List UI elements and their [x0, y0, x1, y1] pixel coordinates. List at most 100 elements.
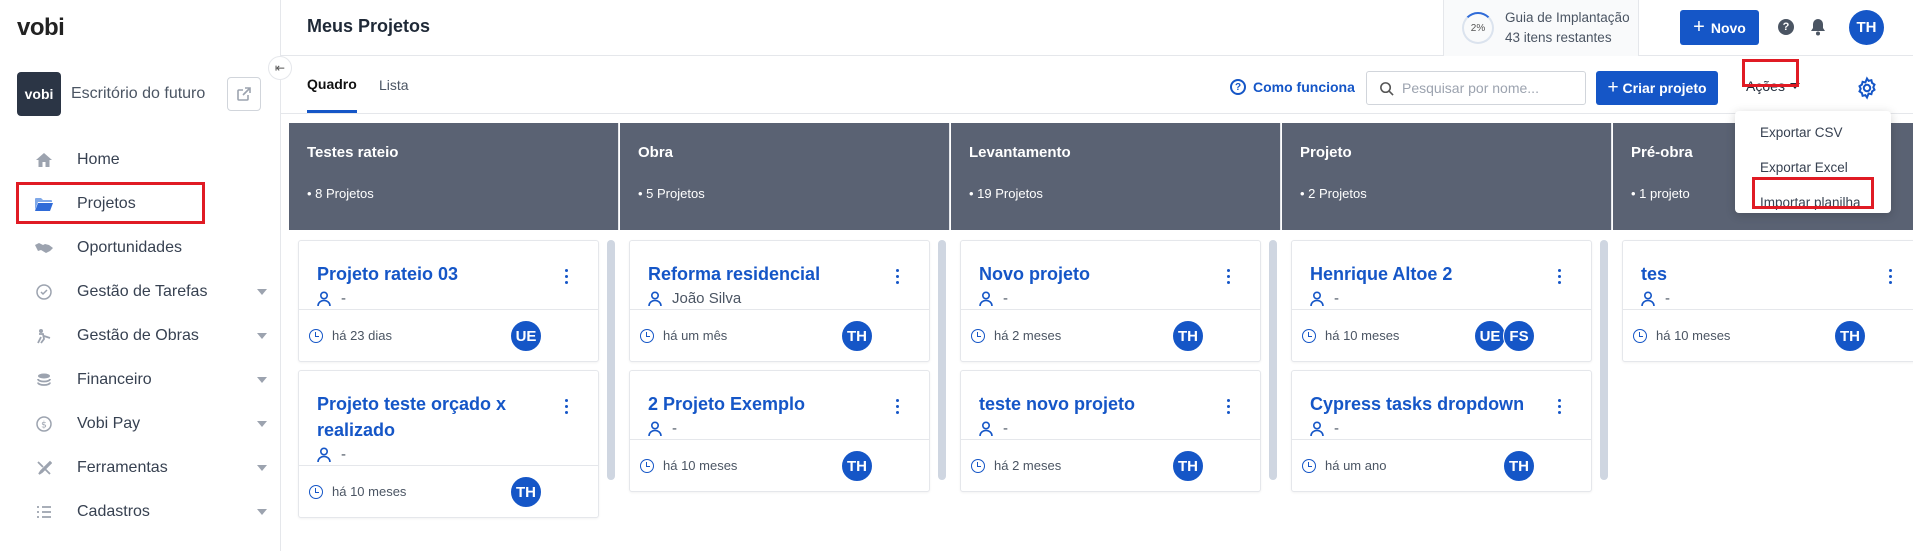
sidebar-collapse-button[interactable]: ⇤	[268, 56, 292, 80]
project-card[interactable]: Henrique Altoe 2 - há 10 meses UE FS +	[1291, 240, 1592, 362]
assignee-avatar[interactable]: TH	[1503, 450, 1535, 482]
gear-icon[interactable]	[1855, 76, 1879, 100]
more-options-icon[interactable]	[565, 269, 568, 284]
more-options-icon[interactable]	[1558, 399, 1561, 414]
project-title[interactable]: Projeto rateio 03	[317, 261, 557, 287]
assignee-avatar[interactable]: TH	[1834, 320, 1866, 352]
assignees: UE +	[510, 320, 560, 352]
sidebar-item-cadastros[interactable]: Cadastros	[17, 490, 267, 534]
card-footer: há 2 meses TH +	[961, 439, 1260, 491]
project-card[interactable]: Projeto rateio 03 - há 23 dias UE +	[298, 240, 599, 362]
project-card[interactable]: Novo projeto - há 2 meses TH +	[960, 240, 1261, 362]
assignee-avatar[interactable]: TH	[1172, 320, 1204, 352]
card-footer: há 10 meses TH +	[299, 465, 598, 517]
project-title[interactable]: Reforma residencial	[648, 261, 888, 287]
sidebar-item-ferramentas[interactable]: Ferramentas	[17, 446, 267, 490]
project-card[interactable]: Projeto teste orçado x realizado - há 10 m…	[298, 370, 599, 518]
project-card[interactable]: tes - há 10 meses TH +	[1622, 240, 1913, 362]
sidebar-item-home[interactable]: Home	[17, 138, 267, 182]
assignee-avatar[interactable]: TH	[1172, 450, 1204, 482]
workspace-switcher[interactable]: vobi Escritório do futuro	[17, 72, 261, 116]
column-count: • 2 Projetos	[1300, 186, 1367, 201]
more-options-icon[interactable]	[1227, 269, 1230, 284]
column-scrollbar[interactable]	[607, 240, 615, 480]
more-options-icon[interactable]	[565, 399, 568, 414]
assignee-avatar[interactable]: UE	[1474, 320, 1506, 352]
guide-remaining: 43 itens restantes	[1505, 30, 1612, 45]
project-title[interactable]: Cypress tasks dropdown	[1310, 391, 1550, 417]
help-icon[interactable]: ?	[1778, 19, 1794, 35]
actions-button[interactable]: Ações	[1741, 71, 1805, 101]
external-link-icon[interactable]	[227, 77, 261, 111]
assignee-avatar[interactable]: UE	[510, 320, 542, 352]
owner-name: -	[1003, 420, 1008, 437]
actions-label: Ações	[1746, 78, 1785, 94]
project-title[interactable]: Projeto teste orçado x realizado	[317, 391, 557, 443]
assignee-avatar[interactable]: TH	[841, 450, 873, 482]
updated-time: há um mês	[663, 328, 728, 343]
card-footer: há 10 meses TH +	[630, 439, 929, 491]
sidebar-item-gestão-de-obras[interactable]: Gestão de Obras	[17, 314, 267, 358]
more-options-icon[interactable]	[1227, 399, 1230, 414]
implementation-guide[interactable]: 2% Guia de Implantação 43 itens restante…	[1443, 0, 1639, 56]
new-button[interactable]: + Novo	[1680, 10, 1759, 45]
project-card[interactable]: Reforma residencial João Silva há um mês TH…	[629, 240, 930, 362]
project-title[interactable]: Novo projeto	[979, 261, 1219, 287]
assignee-avatar[interactable]: TH	[841, 320, 873, 352]
owner-name: -	[1334, 420, 1339, 437]
project-title[interactable]: Henrique Altoe 2	[1310, 261, 1550, 287]
column-header: Levantamento • 19 Projetos	[951, 123, 1281, 230]
user-avatar[interactable]: TH	[1849, 10, 1884, 45]
project-card[interactable]: Cypress tasks dropdown - há um ano TH +	[1291, 370, 1592, 492]
assignee-avatar[interactable]: TH	[510, 476, 542, 508]
menu-item-import-spreadsheet[interactable]: Importar planilha	[1735, 185, 1891, 220]
updated-time: há um ano	[1325, 458, 1387, 473]
chevron-down-icon[interactable]	[257, 421, 267, 427]
how-it-works-link[interactable]: ? Como funciona	[1230, 79, 1355, 95]
sidebar-item-projetos[interactable]: Projetos	[17, 182, 267, 226]
column-scrollbar[interactable]	[938, 240, 946, 480]
column-scrollbar[interactable]	[1269, 240, 1277, 480]
actions-dropdown: Exportar CSV Exportar Excel Importar plani…	[1735, 111, 1891, 213]
updated-time: há 10 meses	[1656, 328, 1731, 343]
menu-item-export-csv[interactable]: Exportar CSV	[1735, 115, 1891, 150]
bell-icon[interactable]	[1810, 18, 1826, 36]
tools-icon	[31, 458, 57, 478]
search-box	[1366, 71, 1586, 105]
tab-lista[interactable]: Lista	[379, 57, 409, 113]
sidebar-item-oportunidades[interactable]: Oportunidades	[17, 226, 267, 270]
updated-time: há 23 dias	[332, 328, 392, 343]
sidebar-item-label: Home	[77, 151, 120, 168]
column-scrollbar[interactable]	[1600, 240, 1608, 480]
more-options-icon[interactable]	[896, 269, 899, 284]
chevron-down-icon[interactable]	[257, 377, 267, 383]
search-input[interactable]	[1402, 80, 1572, 96]
project-card[interactable]: 2 Projeto Exemplo - há 10 meses TH +	[629, 370, 930, 492]
assignees: TH +	[841, 320, 891, 352]
more-options-icon[interactable]	[1558, 269, 1561, 284]
project-title[interactable]: teste novo projeto	[979, 391, 1219, 417]
chevron-down-icon[interactable]	[257, 509, 267, 515]
chevron-down-icon[interactable]	[257, 333, 267, 339]
sidebar-item-label: Cadastros	[77, 503, 150, 520]
chevron-down-icon[interactable]	[257, 465, 267, 471]
column-body: Reforma residencial João Silva há um mês TH…	[620, 230, 950, 551]
project-title[interactable]: tes	[1641, 261, 1881, 287]
assignees: TH +	[1834, 320, 1884, 352]
sidebar-item-vobi-pay[interactable]: $ Vobi Pay	[17, 402, 267, 446]
assignee-avatar[interactable]: FS	[1503, 320, 1535, 352]
tab-quadro[interactable]: Quadro	[307, 57, 357, 113]
more-options-icon[interactable]	[1889, 269, 1892, 284]
sidebar-item-gestão-de-tarefas[interactable]: Gestão de Tarefas	[17, 270, 267, 314]
more-options-icon[interactable]	[896, 399, 899, 414]
chevron-down-icon[interactable]	[257, 289, 267, 295]
project-card[interactable]: teste novo projeto - há 2 meses TH +	[960, 370, 1261, 492]
sidebar-item-label: Oportunidades	[77, 239, 182, 256]
create-project-button[interactable]: + Criar projeto	[1596, 71, 1718, 105]
sidebar-item-financeiro[interactable]: Financeiro	[17, 358, 267, 402]
menu-item-export-excel[interactable]: Exportar Excel	[1735, 150, 1891, 185]
page-header: Meus Projetos 2% Guia de Implantação 43 …	[281, 0, 1913, 56]
app-logo[interactable]: vobi	[17, 14, 65, 42]
project-title[interactable]: 2 Projeto Exemplo	[648, 391, 888, 417]
card-footer: há 10 meses TH +	[1623, 309, 1913, 361]
